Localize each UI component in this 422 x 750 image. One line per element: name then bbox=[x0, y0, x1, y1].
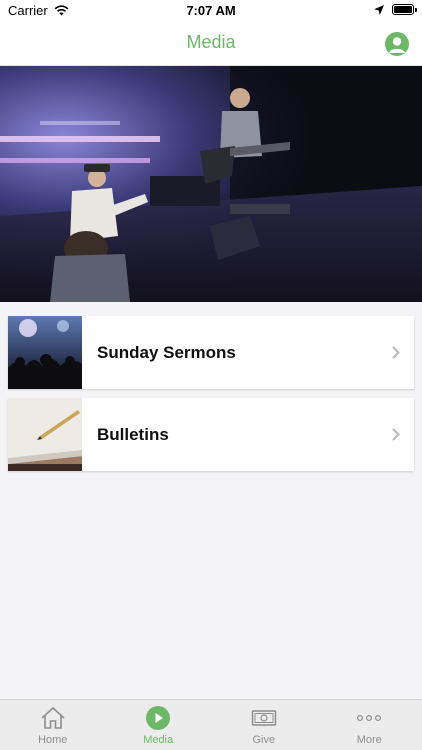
battery-fill bbox=[394, 6, 412, 13]
media-list: Sunday Sermons Bulletins bbox=[8, 316, 414, 480]
tab-label: Media bbox=[143, 734, 174, 746]
location-arrow-icon bbox=[374, 4, 384, 15]
tab-media[interactable]: Media bbox=[106, 700, 212, 750]
profile-button[interactable] bbox=[385, 32, 409, 56]
tab-label: Home bbox=[38, 734, 68, 746]
battery-icon bbox=[392, 4, 417, 15]
play-icon bbox=[146, 706, 171, 730]
tab-give[interactable]: Give bbox=[211, 700, 317, 750]
home-icon bbox=[41, 706, 65, 729]
concert-crowd-thumbnail bbox=[8, 316, 82, 389]
nav-bar: Media bbox=[0, 22, 422, 66]
tab-more[interactable]: More bbox=[317, 700, 422, 750]
notebook-pencil-thumbnail bbox=[8, 398, 82, 471]
media-item-sunday-sermons[interactable]: Sunday Sermons bbox=[8, 316, 414, 389]
status-bar: Carrier 7:07 AM bbox=[0, 0, 422, 22]
money-icon bbox=[251, 710, 276, 726]
hero-banner-image bbox=[0, 66, 422, 302]
tab-label: Give bbox=[252, 734, 276, 746]
media-item-label: Sunday Sermons bbox=[97, 342, 236, 362]
tab-bar: Home Media Give More bbox=[0, 699, 422, 750]
media-item-bulletins[interactable]: Bulletins bbox=[8, 398, 414, 471]
tab-label: More bbox=[356, 734, 382, 746]
chevron-right-icon bbox=[392, 428, 400, 441]
page-title: Media bbox=[186, 32, 236, 52]
chevron-right-icon bbox=[392, 346, 400, 359]
status-right bbox=[374, 4, 417, 15]
more-icon bbox=[357, 715, 382, 722]
profile-icon bbox=[389, 37, 405, 53]
worship-stage-photo bbox=[0, 66, 422, 302]
media-item-label: Bulletins bbox=[97, 424, 169, 444]
status-time: 7:07 AM bbox=[186, 3, 236, 18]
tab-home[interactable]: Home bbox=[0, 700, 106, 750]
